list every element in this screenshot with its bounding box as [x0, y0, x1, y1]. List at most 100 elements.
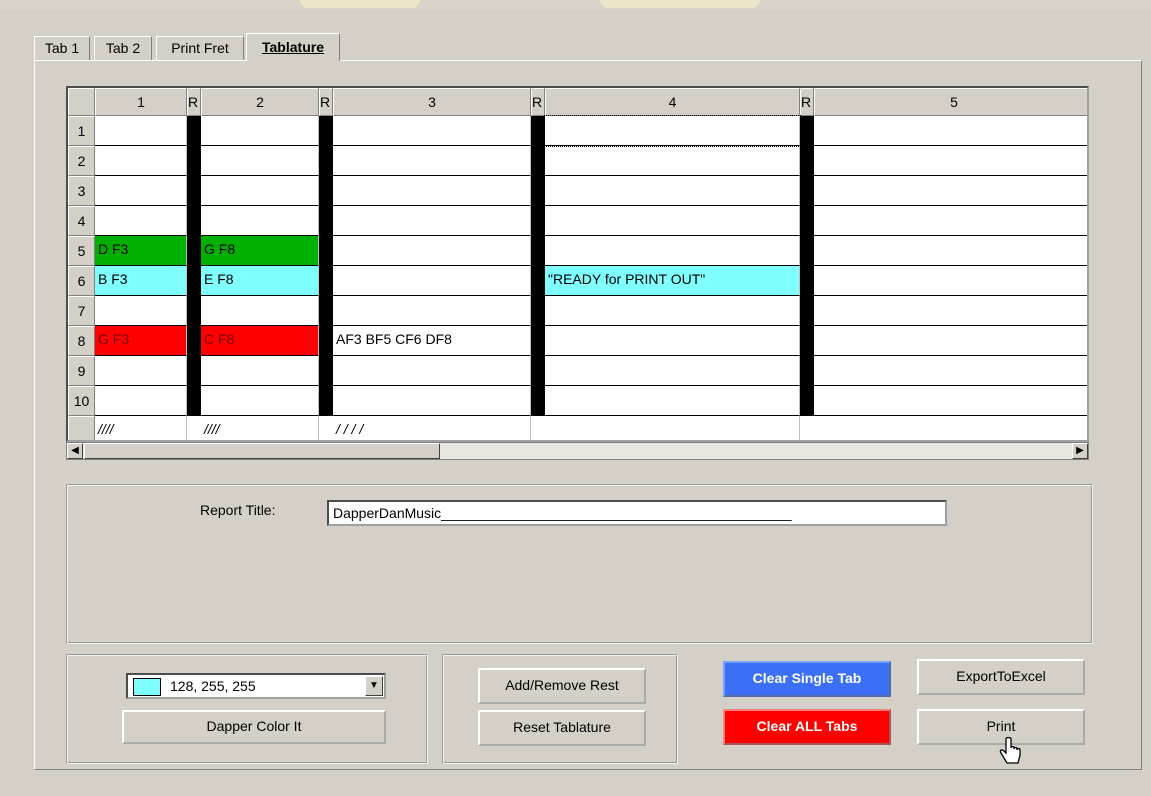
- grid-cell[interactable]: [545, 356, 800, 386]
- horizontal-scrollbar[interactable]: ◀ ▶: [66, 442, 1089, 460]
- column-header[interactable]: 5: [814, 88, 1087, 116]
- clear-single-tab-button[interactable]: Clear Single Tab: [723, 661, 891, 697]
- grid-cell[interactable]: [201, 386, 319, 416]
- row-header[interactable]: 6: [68, 266, 95, 296]
- grid-cell[interactable]: B F3: [95, 266, 187, 296]
- grid-cell[interactable]: [545, 326, 800, 356]
- grid-cell[interactable]: [545, 386, 800, 416]
- grid-cell[interactable]: [333, 176, 531, 206]
- grid-cell[interactable]: [201, 206, 319, 236]
- grid-cell[interactable]: [814, 386, 1087, 416]
- rest-marker: [319, 206, 333, 236]
- grid-cell[interactable]: [545, 236, 800, 266]
- grid-cell[interactable]: [544, 115, 801, 147]
- rest-marker: [800, 236, 814, 266]
- column-header[interactable]: 4: [545, 88, 800, 116]
- clear-all-tabs-button[interactable]: Clear ALL Tabs: [723, 709, 891, 745]
- grid-cell[interactable]: [814, 266, 1087, 296]
- grid-cell[interactable]: [545, 176, 800, 206]
- grid-cell[interactable]: [814, 296, 1087, 326]
- rest-column-header[interactable]: R: [800, 88, 814, 116]
- column-header[interactable]: 2: [201, 88, 319, 116]
- grid-cell[interactable]: [95, 386, 187, 416]
- column-header[interactable]: 1: [95, 88, 187, 116]
- grid-cell[interactable]: [814, 116, 1087, 146]
- grid-cell[interactable]: [333, 356, 531, 386]
- scroll-right-icon[interactable]: ▶: [1072, 443, 1088, 459]
- grid-cell[interactable]: [545, 296, 800, 326]
- grid-cell[interactable]: [95, 116, 187, 146]
- report-title-input[interactable]: DapperDanMusic__________________________…: [327, 500, 947, 526]
- footer-cell: ////: [95, 416, 187, 440]
- grid-cell[interactable]: [333, 146, 531, 176]
- column-header[interactable]: 3: [333, 88, 531, 116]
- grid-cell[interactable]: AF3 BF5 CF6 DF8: [333, 326, 531, 356]
- grid-cell[interactable]: [545, 146, 800, 176]
- grid-cell[interactable]: [201, 146, 319, 176]
- grid-cell[interactable]: [333, 296, 531, 326]
- tab-tablature[interactable]: Tablature: [246, 33, 340, 61]
- rest-column-header[interactable]: R: [187, 88, 201, 116]
- scroll-left-icon[interactable]: ◀: [67, 443, 83, 459]
- scroll-thumb[interactable]: [84, 443, 440, 459]
- export-to-excel-button[interactable]: ExportToExcel: [917, 659, 1085, 695]
- rest-marker: [319, 116, 333, 146]
- chevron-down-icon[interactable]: ▼: [365, 676, 383, 696]
- grid-cell[interactable]: [95, 356, 187, 386]
- rest-marker: [800, 176, 814, 206]
- color-swatch: [133, 678, 161, 696]
- grid-cell[interactable]: C F8: [201, 326, 319, 356]
- grid-cell[interactable]: [814, 236, 1087, 266]
- grid-cell[interactable]: [333, 266, 531, 296]
- color-select[interactable]: 128, 255, 255 ▼: [126, 673, 386, 699]
- grid-cell[interactable]: E F8: [201, 266, 319, 296]
- tablature-grid[interactable]: 1R2R3R4R512345D F3 G F8 6 B F3 E F8 "READY fo…: [66, 86, 1089, 442]
- grid-cell[interactable]: [95, 296, 187, 326]
- grid-cell[interactable]: [201, 176, 319, 206]
- grid-cell[interactable]: [201, 356, 319, 386]
- tab-1[interactable]: Tab 1: [34, 36, 90, 60]
- grid-cell[interactable]: D F3: [95, 236, 187, 266]
- grid-cell[interactable]: [333, 386, 531, 416]
- grid-cell[interactable]: [201, 296, 319, 326]
- top-decoration: [300, 0, 420, 8]
- grid-cell[interactable]: [814, 206, 1087, 236]
- rest-marker: [319, 296, 333, 326]
- reset-tablature-button[interactable]: Reset Tablature: [478, 710, 646, 746]
- rest-marker: [319, 146, 333, 176]
- row-header[interactable]: 5: [68, 236, 95, 266]
- row-header[interactable]: 1: [68, 116, 95, 146]
- rest-column-header[interactable]: R: [319, 88, 333, 116]
- dapper-color-it-button[interactable]: Dapper Color It: [122, 710, 386, 744]
- row-header[interactable]: 2: [68, 146, 95, 176]
- row-header[interactable]: 7: [68, 296, 95, 326]
- add-remove-rest-button[interactable]: Add/Remove Rest: [478, 668, 646, 704]
- grid-cell[interactable]: [95, 146, 187, 176]
- row-header[interactable]: 8: [68, 326, 95, 356]
- rest-marker: [319, 386, 333, 416]
- rest-marker: [319, 236, 333, 266]
- grid-cell[interactable]: G F8: [201, 236, 319, 266]
- tab-2[interactable]: Tab 2: [94, 36, 152, 60]
- row-header[interactable]: 10: [68, 386, 95, 416]
- row-header[interactable]: 3: [68, 176, 95, 206]
- grid-cell[interactable]: [201, 116, 319, 146]
- row-header[interactable]: 4: [68, 206, 95, 236]
- rest-column-header[interactable]: R: [531, 88, 545, 116]
- grid-cell[interactable]: [95, 176, 187, 206]
- grid-cell[interactable]: [814, 146, 1087, 176]
- grid-cell[interactable]: [814, 176, 1087, 206]
- grid-cell[interactable]: [333, 206, 531, 236]
- grid-cell[interactable]: G F3: [95, 326, 187, 356]
- grid-cell[interactable]: [95, 206, 187, 236]
- grid-cell[interactable]: [814, 356, 1087, 386]
- grid-cell[interactable]: [333, 116, 531, 146]
- grid-cell[interactable]: [545, 206, 800, 236]
- footer-row-header: [68, 416, 95, 440]
- rest-marker: [800, 386, 814, 416]
- grid-cell[interactable]: [814, 326, 1087, 356]
- grid-cell[interactable]: "READY for PRINT OUT": [545, 266, 800, 296]
- tab-print-fret[interactable]: Print Fret: [156, 36, 244, 60]
- grid-cell[interactable]: [333, 236, 531, 266]
- row-header[interactable]: 9: [68, 356, 95, 386]
